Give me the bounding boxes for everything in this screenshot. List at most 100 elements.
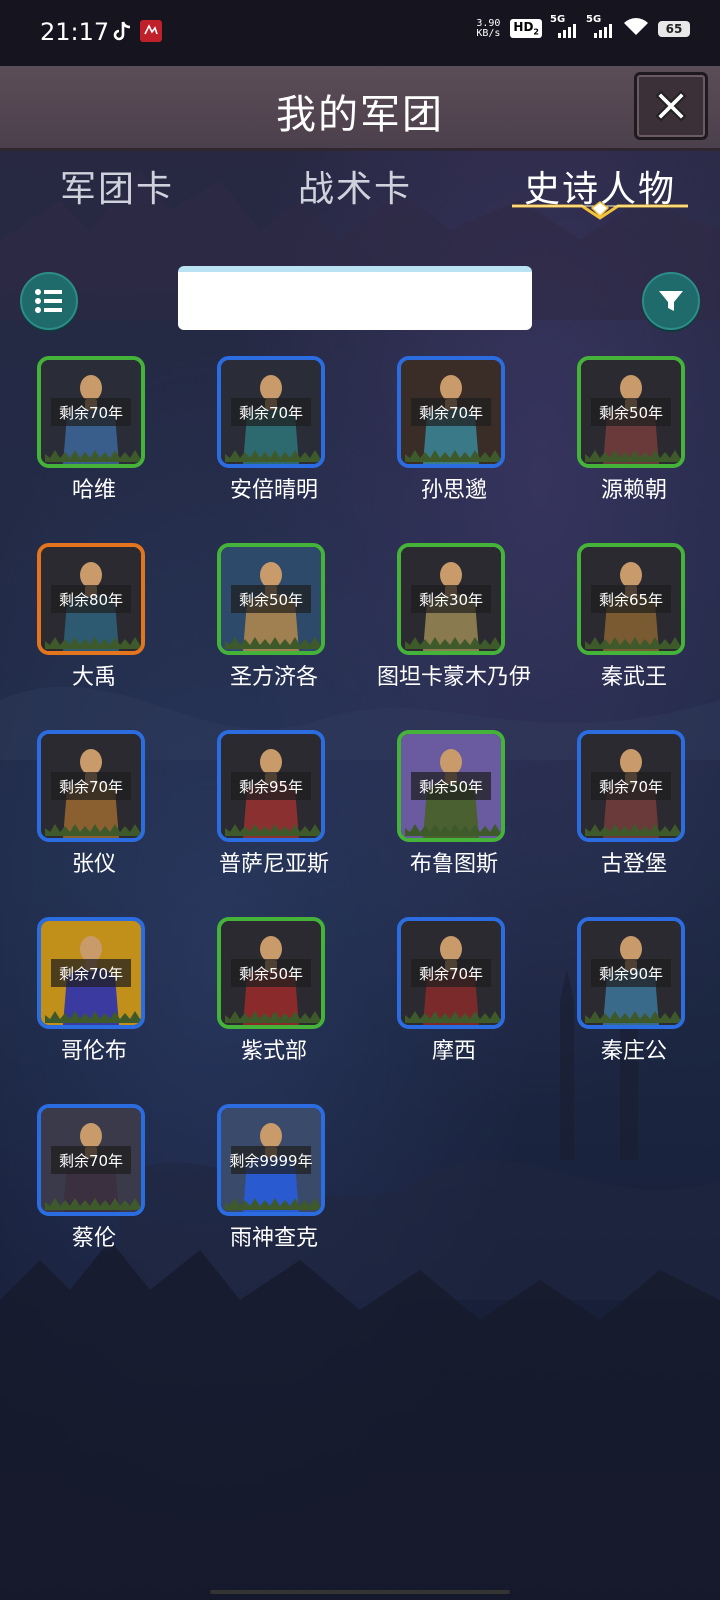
figure-name: 图坦卡蒙木乃伊 [376, 665, 531, 690]
figure-card[interactable]: 剩余30年图坦卡蒙木乃伊 [364, 543, 544, 713]
grass-decoration [45, 450, 141, 462]
active-tab-indicator [512, 201, 688, 220]
figure-card-frame: 剩余80年 [37, 543, 145, 655]
figure-card-frame: 剩余50年 [577, 356, 685, 468]
figure-card[interactable]: 剩余70年哈维 [4, 356, 184, 526]
figure-card[interactable]: 剩余70年 孙思邈 [364, 356, 544, 526]
grass-decoration [45, 1011, 141, 1023]
signal-icon-2: 5G [586, 14, 614, 38]
figure-card-frame: 剩余9999年 [217, 1104, 325, 1216]
figure-card-frame: 剩余70年 [217, 356, 325, 468]
figure-name: 安倍晴明 [229, 478, 318, 503]
figure-card[interactable]: 剩余50年源赖朝 [544, 356, 720, 526]
figure-name: 雨神查克 [229, 1226, 318, 1251]
remaining-years-label: 剩余50年 [411, 772, 491, 800]
figure-name: 秦武王 [600, 665, 667, 690]
grass-decoration [225, 824, 321, 836]
figure-name: 布鲁图斯 [409, 852, 498, 877]
figure-card-frame: 剩余70年 [37, 1104, 145, 1216]
remaining-years-label: 剩余80年 [51, 585, 131, 613]
figure-card-frame: 剩余30年 [397, 543, 505, 655]
list-view-button[interactable] [20, 272, 78, 330]
figure-card[interactable]: 剩余65年秦武王 [544, 543, 720, 713]
remaining-years-label: 剩余70年 [591, 772, 671, 800]
remaining-years-label: 剩余50年 [231, 959, 311, 987]
grass-decoration [225, 1011, 321, 1023]
figure-card[interactable]: 剩余70年安倍晴明 [184, 356, 364, 526]
figure-name: 普萨尼亚斯 [218, 852, 329, 877]
battery-indicator: 65 [658, 20, 690, 37]
search-input[interactable] [178, 266, 532, 330]
grass-decoration [585, 824, 681, 836]
remaining-years-label: 剩余70年 [411, 959, 491, 987]
grass-decoration [45, 637, 141, 649]
figure-name: 哥伦布 [60, 1039, 127, 1064]
wifi-icon [624, 18, 648, 39]
grass-decoration [405, 637, 501, 649]
grass-decoration [405, 450, 501, 462]
header-bar: 我的军团 [0, 66, 720, 151]
figure-card[interactable]: 剩余70年摩西 [364, 917, 544, 1087]
remaining-years-label: 剩余70年 [231, 398, 311, 426]
figure-card-frame: 剩余70年 [37, 356, 145, 468]
figure-card[interactable]: 剩余70年张仪 [4, 730, 184, 900]
figure-name: 张仪 [71, 852, 116, 877]
figure-card[interactable]: 剩余50年紫式部 [184, 917, 364, 1087]
grass-decoration [225, 1198, 321, 1210]
status-bar: 21:17 3.90 KB/s HD2 5G 5G 65 [0, 0, 720, 66]
figure-card[interactable]: 剩余9999年雨神查克 [184, 1104, 364, 1274]
status-time: 21:17 [40, 18, 110, 46]
figure-card-frame: 剩余70年 [397, 917, 505, 1029]
remaining-years-label: 剩余50年 [231, 585, 311, 613]
figure-card-frame: 剩余50年 [217, 543, 325, 655]
remaining-years-label: 剩余30年 [411, 585, 491, 613]
close-button[interactable] [634, 72, 708, 140]
figure-card-frame: 剩余70年 [37, 730, 145, 842]
filter-button[interactable] [642, 272, 700, 330]
grass-decoration [585, 450, 681, 462]
figure-name: 紫式部 [240, 1039, 307, 1064]
hd-badge: HD2 [510, 19, 542, 38]
remaining-years-label: 剩余70年 [411, 398, 491, 426]
tab-tactic-cards[interactable]: 战术卡 [298, 160, 412, 212]
figure-card-frame: 剩余50年 [217, 917, 325, 1029]
remaining-years-label: 剩余70年 [51, 398, 131, 426]
app-notification-icon [140, 20, 162, 46]
figure-name: 源赖朝 [600, 478, 667, 503]
grass-decoration [405, 824, 501, 836]
figure-card[interactable]: 剩余80年大禹 [4, 543, 184, 713]
figure-card-frame: 剩余95年 [217, 730, 325, 842]
figure-name: 古登堡 [600, 852, 667, 877]
grass-decoration [405, 1011, 501, 1023]
tab-legion-cards[interactable]: 军团卡 [60, 160, 174, 212]
remaining-years-label: 剩余70年 [51, 1146, 131, 1174]
remaining-years-label: 剩余90年 [591, 959, 671, 987]
figure-card[interactable]: 剩余95年普萨尼亚斯 [184, 730, 364, 900]
figure-card-frame: 剩余90年 [577, 917, 685, 1029]
network-speed: 3.90 KB/s [476, 17, 501, 39]
figure-card[interactable]: 剩余70年哥伦布 [4, 917, 184, 1087]
status-indicators: 3.90 KB/s HD2 5G 5G 65 [476, 14, 690, 39]
remaining-years-label: 剩余95年 [231, 772, 311, 800]
figure-card-frame: 剩余70年 [397, 356, 505, 468]
figure-name: 摩西 [431, 1039, 476, 1064]
figure-name: 大禹 [71, 665, 116, 690]
figure-card[interactable]: 剩余70年蔡伦 [4, 1104, 184, 1274]
figure-card[interactable]: 剩余90年 秦庄公 [544, 917, 720, 1087]
figure-card-frame: 剩余70年 [37, 917, 145, 1029]
grass-decoration [585, 1011, 681, 1023]
home-indicator [210, 1590, 510, 1594]
figure-card-frame: 剩余50年 [397, 730, 505, 842]
grass-decoration [225, 450, 321, 462]
tiktok-icon [112, 20, 132, 46]
list-icon [35, 289, 62, 313]
figure-card-frame: 剩余65年 [577, 543, 685, 655]
filter-icon [659, 291, 683, 311]
figure-card[interactable]: 剩余50年布鲁图斯 [364, 730, 544, 900]
remaining-years-label: 剩余50年 [591, 398, 671, 426]
figure-name: 哈维 [71, 478, 116, 503]
page-title: 我的军团 [276, 92, 444, 138]
figure-card[interactable]: 剩余70年古登堡 [544, 730, 720, 900]
figure-card[interactable]: 剩余50年 圣方济各 [184, 543, 364, 713]
figure-name: 蔡伦 [71, 1226, 116, 1251]
